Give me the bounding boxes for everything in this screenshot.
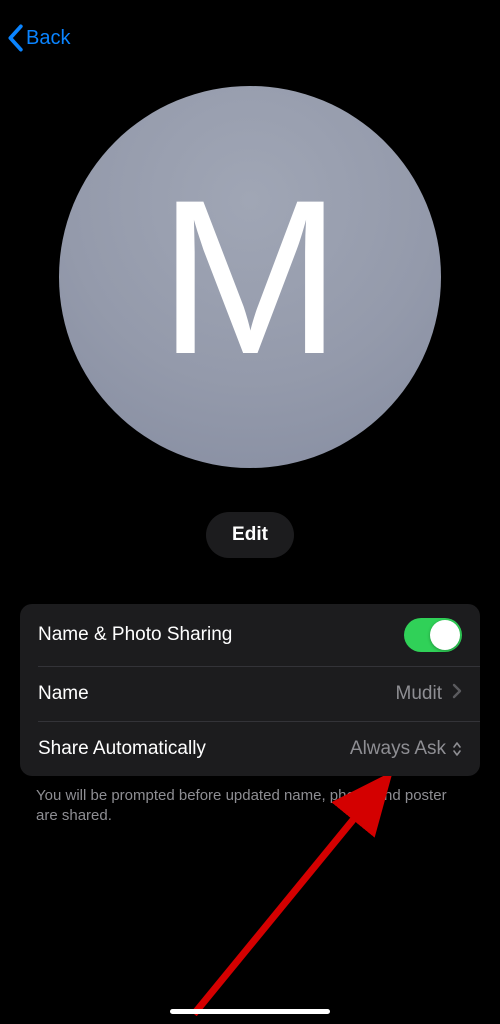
share-auto-label: Share Automatically: [38, 738, 206, 760]
nav-bar: Back: [0, 0, 500, 76]
name-value: Mudit: [396, 683, 442, 705]
share-auto-value-wrap: Always Ask: [350, 738, 462, 760]
sharing-label: Name & Photo Sharing: [38, 624, 232, 646]
footer-text: You will be prompted before updated name…: [36, 786, 464, 827]
chevron-left-icon: [6, 24, 24, 52]
toggle-knob: [430, 620, 460, 650]
avatar-initial: M: [158, 167, 341, 387]
edit-button[interactable]: Edit: [206, 512, 294, 558]
avatar[interactable]: M: [59, 86, 441, 468]
share-auto-value: Always Ask: [350, 738, 446, 760]
name-value-wrap: Mudit: [396, 683, 462, 705]
home-indicator[interactable]: [170, 1009, 330, 1014]
chevron-right-icon: [452, 683, 462, 705]
back-label: Back: [26, 27, 70, 50]
settings-group: Name & Photo Sharing Name Mudit Share Au…: [20, 604, 480, 776]
sharing-toggle[interactable]: [404, 618, 462, 652]
avatar-container: M: [0, 86, 500, 468]
row-name-photo-sharing: Name & Photo Sharing: [20, 604, 480, 666]
name-label: Name: [38, 683, 89, 705]
back-button[interactable]: Back: [6, 24, 70, 52]
row-name[interactable]: Name Mudit: [20, 667, 480, 721]
updown-icon: [452, 741, 462, 757]
edit-row: Edit: [0, 512, 500, 558]
row-share-automatically[interactable]: Share Automatically Always Ask: [20, 722, 480, 776]
